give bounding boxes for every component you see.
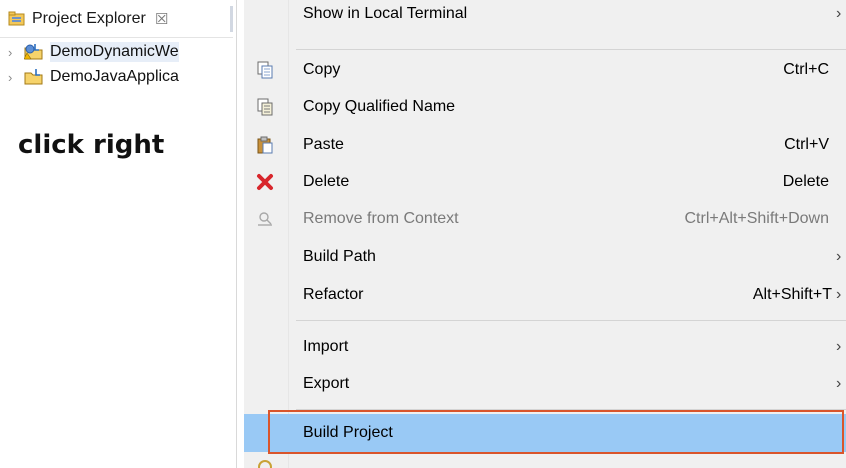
submenu-arrow-icon: ›	[836, 5, 842, 22]
dynamic-web-project-icon	[23, 43, 44, 61]
menu-separator	[296, 320, 846, 321]
project-explorer-tab[interactable]: Project Explorer ☒	[0, 0, 233, 38]
menu-item-label: Build Project	[303, 424, 393, 441]
menu-item-label: Refactor	[303, 286, 364, 303]
menu-item-label: Export	[303, 375, 350, 392]
menu-separator	[296, 49, 846, 50]
menu-item-label: Import	[303, 338, 349, 355]
project-explorer-view: Project Explorer ☒ › DemoDynamicWe › Dem…	[0, 0, 237, 468]
menu-item-cut-off[interactable]	[244, 456, 846, 468]
menu-item-build-path[interactable]: Build Path ›	[244, 239, 846, 275]
menu-item-show-in-local-terminal[interactable]: Show in Local Terminal ›	[244, 0, 846, 32]
tab-divider	[230, 6, 233, 32]
menu-item-accelerator: Ctrl+V	[784, 136, 829, 153]
submenu-arrow-icon: ›	[836, 286, 842, 303]
menu-item-copy-qualified-name[interactable]: Copy Qualified Name	[244, 89, 846, 125]
menu-item-label: Remove from Context	[303, 210, 459, 227]
menu-item-label: Delete	[303, 173, 350, 190]
menu-item-import[interactable]: Import ›	[244, 329, 846, 365]
menu-item-export[interactable]: Export ›	[244, 366, 846, 402]
menu-item-copy[interactable]: Copy Ctrl+C	[244, 52, 846, 88]
annotation-text: click right	[18, 130, 165, 160]
project-explorer-tab-label: Project Explorer	[32, 9, 146, 27]
menu-item-paste[interactable]: Paste Ctrl+V	[244, 127, 846, 163]
submenu-arrow-icon: ›	[836, 248, 842, 265]
menu-item-label: Copy	[303, 61, 341, 78]
delete-icon	[256, 173, 274, 191]
tree-item-demo-java-application[interactable]: › DemoJavaApplica	[0, 65, 236, 89]
tree-item-demo-dynamic-web[interactable]: › DemoDynamicWe	[0, 40, 236, 64]
java-project-icon	[24, 68, 44, 86]
copy-qualified-name-icon	[256, 98, 274, 116]
menu-separator	[296, 409, 846, 410]
tree-item-label: DemoJavaApplica	[50, 68, 179, 85]
menu-item-build-project[interactable]: Build Project	[244, 414, 846, 452]
refresh-icon	[256, 458, 274, 468]
menu-item-refactor[interactable]: Refactor Alt+Shift+T ›	[244, 277, 846, 313]
paste-icon	[256, 136, 274, 154]
submenu-arrow-icon: ›	[836, 375, 842, 392]
menu-item-accelerator: Alt+Shift+T	[752, 286, 832, 303]
chevron-right-icon[interactable]: ›	[8, 70, 18, 85]
menu-item-delete[interactable]: Delete Delete	[244, 164, 846, 200]
chevron-right-icon[interactable]: ›	[8, 45, 18, 60]
menu-item-label: Build Path	[303, 248, 376, 265]
menu-item-label: Show in Local Terminal	[303, 5, 468, 22]
menu-item-accelerator: Ctrl+C	[783, 61, 829, 78]
close-icon[interactable]: ☒	[155, 10, 168, 28]
menu-item-accelerator: Delete	[782, 173, 829, 190]
submenu-arrow-icon: ›	[836, 338, 842, 355]
project-explorer-icon	[8, 11, 26, 27]
menu-item-accelerator: Ctrl+Alt+Shift+Down	[684, 210, 829, 227]
menu-item-label: Copy Qualified Name	[303, 98, 456, 115]
menu-item-label: Paste	[303, 136, 344, 153]
copy-icon	[256, 61, 274, 79]
tree-item-label: DemoDynamicWe	[50, 42, 179, 62]
menu-item-remove-from-context[interactable]: Remove from Context Ctrl+Alt+Shift+Down	[244, 201, 846, 237]
remove-from-context-icon	[256, 210, 274, 228]
context-menu: Show in Local Terminal › Copy Ctrl+C Cop…	[244, 0, 846, 468]
